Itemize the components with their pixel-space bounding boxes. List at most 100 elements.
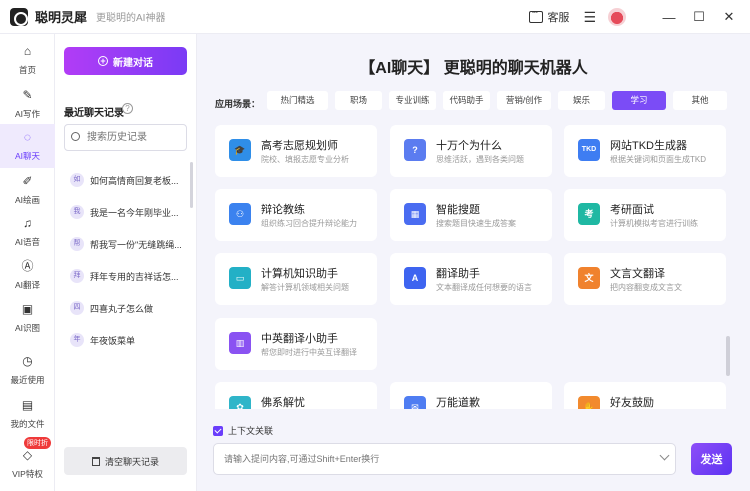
- assistant-card[interactable]: ⚇ 辩论教练 组织练习回合提升辩论能力: [215, 189, 377, 241]
- pen-icon: ✎: [22, 88, 33, 102]
- monitor-icon: ▭: [229, 267, 251, 289]
- tab-workplace[interactable]: 职场: [335, 91, 382, 110]
- clock-icon: ◷: [22, 354, 33, 368]
- assistant-card[interactable]: ✋ 好友鼓励: [564, 382, 726, 409]
- nav-label: AI语音: [14, 237, 41, 247]
- history-item[interactable]: 拜 拜年专用的吉祥话怎...: [64, 260, 187, 292]
- checkbox-checked-icon[interactable]: [213, 425, 223, 436]
- scene-tabs: 热门精选 职场 专业训练 代码助手 营销/创作 娱乐 学习 其他: [267, 91, 734, 110]
- card-desc: 文本翻译成任何想要的语言: [436, 283, 532, 292]
- nav-label: AI识图: [14, 323, 41, 333]
- home-icon: ⌂: [23, 44, 32, 58]
- app-logo-icon: [10, 7, 28, 26]
- assistant-card[interactable]: 🎓 高考志愿规划师 院校、填报志愿专业分析: [215, 125, 377, 177]
- nav-label: AI聊天: [14, 151, 41, 161]
- translate-a-icon: A: [404, 267, 426, 289]
- card-title: 计算机知识助手: [261, 268, 338, 280]
- cards-scrollbar[interactable]: [726, 336, 730, 376]
- plus-icon: +: [98, 56, 108, 66]
- apology-icon: ✉: [404, 396, 426, 409]
- user-avatar[interactable]: [608, 8, 626, 26]
- history-item-text: 我是一名今年刚毕业...: [90, 207, 179, 218]
- new-chat-button[interactable]: + 新建对话: [64, 47, 187, 75]
- card-title: 佛系解忧: [261, 397, 305, 409]
- nav-item-ai-voice[interactable]: ♫ AI语音: [0, 210, 55, 254]
- nav-rail: ⌂ 首页 ✎ AI写作 ◌ AI聊天 ✐ AI绘画 ♫ AI语音 Ⓐ AI翻译 …: [0, 34, 55, 491]
- chat-input[interactable]: [213, 443, 676, 475]
- customer-service-button[interactable]: 客服: [529, 7, 569, 25]
- nav-label: AI翻译: [14, 280, 41, 290]
- nav-item-recent[interactable]: ◷ 最近使用: [0, 348, 55, 392]
- tab-professional[interactable]: 专业训练: [389, 91, 436, 110]
- tab-entertainment[interactable]: 娱乐: [558, 91, 605, 110]
- tab-marketing[interactable]: 营销/创作: [497, 91, 551, 110]
- card-desc: 组织练习回合提升辩论能力: [261, 219, 357, 228]
- help-icon[interactable]: ?: [122, 103, 133, 114]
- headphone-icon: ♫: [23, 216, 32, 230]
- card-title: 智能搜题: [436, 204, 480, 216]
- assistant-card[interactable]: ▭ 计算机知识助手 解答计算机领域相关问题: [215, 253, 377, 305]
- history-scrollbar[interactable]: [190, 162, 193, 208]
- assistant-card[interactable]: ▥ 中英翻译小助手 帮您即时进行中英互译翻译: [215, 318, 377, 370]
- kao-icon: 考: [578, 203, 600, 225]
- nav-item-my-files[interactable]: ▤ 我的文件: [0, 392, 55, 436]
- card-desc: 院校、填报志愿专业分析: [261, 155, 349, 164]
- history-item[interactable]: 四 四喜丸子怎么做: [64, 292, 187, 324]
- search-icon: [71, 132, 80, 141]
- new-chat-label: 新建对话: [113, 57, 153, 69]
- history-item-badge: 拜: [70, 269, 84, 283]
- context-toggle[interactable]: 上下文关联: [213, 424, 273, 437]
- nav-item-ai-image[interactable]: ▣ AI识图: [0, 296, 55, 340]
- close-icon[interactable]: ✕: [718, 9, 740, 25]
- card-title: 考研面试: [610, 204, 654, 216]
- nav-label: 我的文件: [10, 419, 45, 429]
- card-title: 文言文翻译: [610, 268, 665, 280]
- history-item[interactable]: 帮 帮我写一份"无缝跳绳...: [64, 228, 187, 260]
- card-desc: 根据关键词和页面生成TKD: [610, 155, 706, 164]
- nav-item-ai-chat[interactable]: ◌ AI聊天: [0, 124, 55, 168]
- assistant-card[interactable]: TKD 网站TKD生成器 根据关键词和页面生成TKD: [564, 125, 726, 177]
- image-scan-icon: ▣: [21, 302, 34, 316]
- assistant-card[interactable]: ✿ 佛系解忧: [215, 382, 377, 409]
- nav-item-home[interactable]: ⌂ 首页: [0, 38, 55, 82]
- history-item-badge: 年: [70, 333, 84, 347]
- question-hand-icon: ?: [404, 139, 426, 161]
- tab-other[interactable]: 其他: [673, 91, 727, 110]
- history-item[interactable]: 如 如何高情商回复老板...: [64, 164, 187, 196]
- tab-code[interactable]: 代码助手: [443, 91, 490, 110]
- menu-icon[interactable]: ☰: [583, 9, 596, 26]
- tab-hot[interactable]: 热门精选: [267, 91, 328, 110]
- minimize-icon[interactable]: —: [658, 10, 680, 25]
- card-title: 十万个为什么: [436, 140, 502, 152]
- clear-history-button[interactable]: 清空聊天记录: [64, 447, 187, 475]
- history-item[interactable]: 我 我是一名今年刚毕业...: [64, 196, 187, 228]
- history-item-text: 帮我写一份"无缝跳绳...: [90, 239, 182, 250]
- history-search-input[interactable]: [64, 124, 187, 151]
- assistant-card[interactable]: ✉ 万能道歉: [390, 382, 552, 409]
- team-icon: ⚇: [229, 203, 251, 225]
- nav-item-ai-writing[interactable]: ✎ AI写作: [0, 82, 55, 126]
- assistant-card[interactable]: 考 考研面试 计算机模拟考官进行训练: [564, 189, 726, 241]
- page-title: 【AI聊天】 更聪明的聊天机器人: [359, 60, 588, 77]
- maximize-icon[interactable]: ☐: [688, 9, 710, 25]
- card-title: 万能道歉: [436, 397, 480, 409]
- assistant-card[interactable]: ? 十万个为什么 思维活跃，遇到各类问题: [390, 125, 552, 177]
- nav-label: 最近使用: [10, 375, 45, 385]
- history-item-badge: 四: [70, 301, 84, 315]
- history-item-text: 四喜丸子怎么做: [90, 303, 154, 314]
- history-item-text: 如何高情商回复老板...: [90, 175, 179, 186]
- tab-study[interactable]: 学习: [612, 91, 666, 110]
- assistant-card[interactable]: 文 文言文翻译 把内容翻变成文言文: [564, 253, 726, 305]
- history-item-text: 拜年专用的吉祥话怎...: [90, 271, 179, 282]
- send-button[interactable]: 发送: [691, 443, 732, 475]
- history-item-badge: 我: [70, 205, 84, 219]
- history-item[interactable]: 年 年夜饭菜单: [64, 324, 187, 356]
- assistant-card[interactable]: A 翻译助手 文本翻译成任何想要的语言: [390, 253, 552, 305]
- nav-item-ai-painting[interactable]: ✐ AI绘画: [0, 168, 55, 212]
- card-title: 高考志愿规划师: [261, 140, 338, 152]
- app-slogan: 更聪明的AI神器: [96, 13, 166, 24]
- nav-item-ai-translate[interactable]: Ⓐ AI翻译: [0, 253, 55, 297]
- wen-icon: 文: [578, 267, 600, 289]
- assistant-card[interactable]: ▦ 智能搜题 搜索题目快速生成答案: [390, 189, 552, 241]
- cheer-icon: ✋: [578, 396, 600, 409]
